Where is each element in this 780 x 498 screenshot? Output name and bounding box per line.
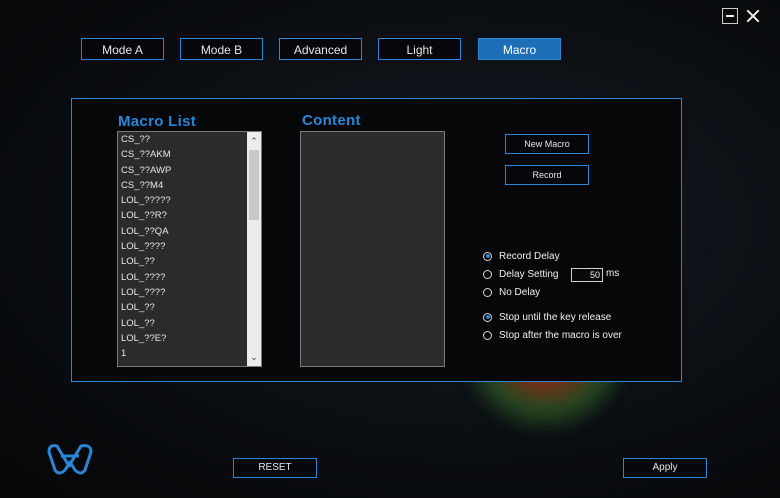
scroll-down-icon[interactable]: ⌄ xyxy=(247,350,261,364)
content-box[interactable] xyxy=(300,131,445,367)
radio-icon[interactable] xyxy=(483,251,492,261)
delay-unit-label: ms xyxy=(606,268,620,279)
radio-icon[interactable] xyxy=(483,287,492,297)
tab-light[interactable]: Light xyxy=(378,38,461,60)
tab-macro[interactable]: Macro xyxy=(478,38,561,60)
radio-icon[interactable] xyxy=(483,312,492,322)
macro-list-item[interactable]: LOL_???? xyxy=(118,270,261,285)
tab-mode-a[interactable]: Mode A xyxy=(81,38,164,60)
macro-list-item[interactable]: CS_??AWP xyxy=(118,163,261,178)
record-button[interactable]: Record xyxy=(505,165,589,185)
macro-list-item[interactable]: LOL_?? xyxy=(118,254,261,269)
scroll-up-icon[interactable]: ⌃ xyxy=(247,134,261,148)
macro-list-item[interactable]: CS_??AKM xyxy=(118,147,261,162)
macro-list-item[interactable]: LOL_??R? xyxy=(118,208,261,223)
macro-list-item[interactable]: CS_?? xyxy=(118,132,261,147)
brand-logo-icon xyxy=(47,444,93,475)
scroll-thumb[interactable] xyxy=(249,150,259,220)
tab-mode-b[interactable]: Mode B xyxy=(180,38,263,60)
reset-button[interactable]: RESET xyxy=(233,458,317,478)
macro-list-item[interactable]: LOL_????? xyxy=(118,193,261,208)
macro-list-item[interactable]: LOL_?? xyxy=(118,300,261,315)
macro-list-item[interactable]: 1 xyxy=(118,346,261,361)
content-title: Content xyxy=(302,112,361,129)
stop-key-release-label: Stop until the key release xyxy=(499,311,612,323)
delay-setting-option[interactable]: Delay Setting xyxy=(483,267,558,281)
apply-button[interactable]: Apply xyxy=(623,458,707,478)
tab-advanced[interactable]: Advanced xyxy=(279,38,362,60)
record-delay-label: Record Delay xyxy=(499,250,560,262)
macro-list-items: CS_?? CS_??AKM CS_??AWP CS_??M4 LOL_????? LOL… xyxy=(118,132,261,361)
macro-list-item[interactable]: LOL_???? xyxy=(118,239,261,254)
macro-list-item[interactable]: LOL_?? xyxy=(118,316,261,331)
new-macro-button[interactable]: New Macro xyxy=(505,134,589,154)
no-delay-label: No Delay xyxy=(499,286,541,298)
radio-icon[interactable] xyxy=(483,330,492,340)
record-delay-option[interactable]: Record Delay xyxy=(483,249,560,263)
stop-macro-over-label: Stop after the macro is over xyxy=(499,329,622,341)
macro-list-item[interactable]: CS_??M4 xyxy=(118,178,261,193)
minimize-button[interactable] xyxy=(722,8,738,24)
macro-list-item[interactable]: LOL_??E? xyxy=(118,331,261,346)
macro-list-item[interactable]: LOL_??QA xyxy=(118,224,261,239)
no-delay-option[interactable]: No Delay xyxy=(483,285,540,299)
macro-listbox[interactable]: CS_?? CS_??AKM CS_??AWP CS_??M4 LOL_????? LOL… xyxy=(117,131,262,367)
macro-list-title: Macro List xyxy=(118,113,197,130)
delay-setting-label: Delay Setting xyxy=(499,268,559,280)
listbox-scrollbar[interactable]: ⌃ ⌄ xyxy=(247,132,261,366)
radio-icon[interactable] xyxy=(483,269,492,279)
macro-list-item[interactable]: LOL_???? xyxy=(118,285,261,300)
stop-macro-over-option[interactable]: Stop after the macro is over xyxy=(483,328,622,342)
stop-key-release-option[interactable]: Stop until the key release xyxy=(483,310,611,324)
delay-value-input[interactable]: 50 xyxy=(571,268,603,282)
close-button[interactable] xyxy=(745,8,761,24)
